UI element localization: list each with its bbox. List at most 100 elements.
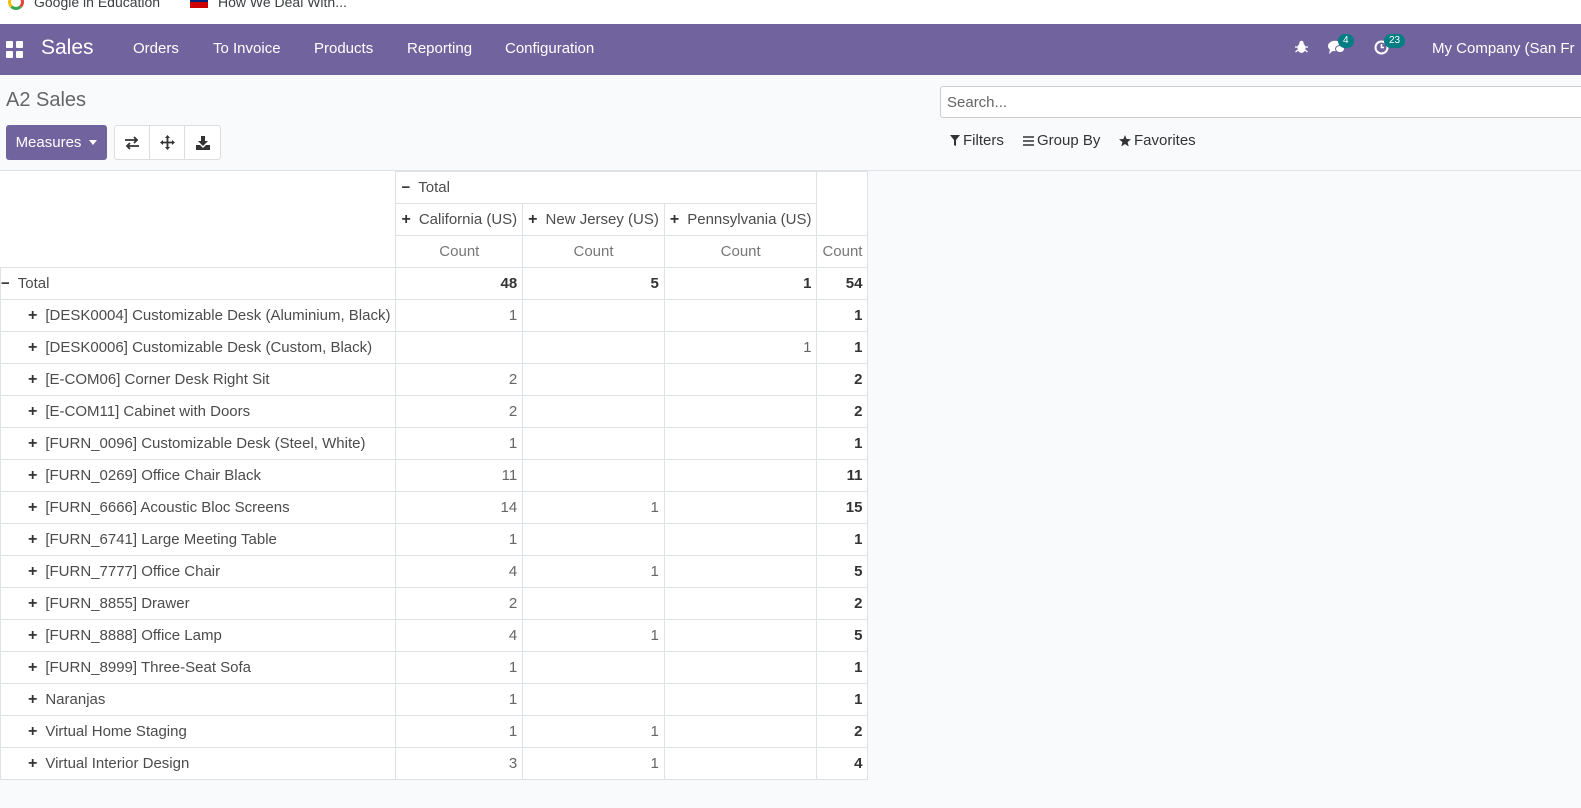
row-total-cell[interactable]: 5 bbox=[816, 555, 869, 588]
total-cell[interactable]: 48 bbox=[395, 267, 524, 300]
value-cell[interactable] bbox=[522, 427, 665, 460]
col-header-new-jersey[interactable]: + New Jersey (US) bbox=[522, 203, 665, 236]
apps-menu-icon[interactable] bbox=[6, 41, 23, 58]
favorites-menu[interactable]: Favorites bbox=[1119, 132, 1196, 149]
measure-header[interactable]: Count bbox=[395, 235, 524, 268]
col-header-total[interactable]: − Total bbox=[395, 171, 818, 204]
col-header-california[interactable]: + California (US) bbox=[395, 203, 524, 236]
row-header[interactable]: + [FURN_6741] Large Meeting Table bbox=[0, 523, 397, 556]
value-cell[interactable] bbox=[663, 459, 818, 492]
row-total-cell[interactable]: 1 bbox=[816, 683, 869, 716]
row-header[interactable]: + [DESK0004] Customizable Desk (Aluminium… bbox=[0, 299, 397, 332]
value-cell[interactable] bbox=[522, 651, 665, 684]
bookmark-how-we-deal[interactable]: How We Deal With... bbox=[190, 0, 347, 10]
row-header[interactable]: + [FURN_8855] Drawer bbox=[0, 587, 397, 620]
row-header[interactable]: + Naranjas bbox=[0, 683, 397, 716]
grand-total-cell[interactable]: 54 bbox=[816, 267, 869, 300]
value-cell[interactable]: 1 bbox=[522, 715, 665, 748]
row-header[interactable]: + [E-COM11] Cabinet with Doors bbox=[0, 395, 397, 428]
value-cell[interactable] bbox=[395, 331, 524, 364]
value-cell[interactable] bbox=[522, 331, 665, 364]
row-total-cell[interactable]: 1 bbox=[816, 299, 869, 332]
value-cell[interactable]: 4 bbox=[395, 555, 524, 588]
app-brand[interactable]: Sales bbox=[41, 36, 94, 60]
row-total-cell[interactable]: 1 bbox=[816, 651, 869, 684]
measure-header[interactable]: Count bbox=[522, 235, 665, 268]
row-total-cell[interactable]: 1 bbox=[816, 523, 869, 556]
value-cell[interactable] bbox=[522, 523, 665, 556]
value-cell[interactable]: 1 bbox=[395, 427, 524, 460]
value-cell[interactable]: 2 bbox=[395, 363, 524, 396]
value-cell[interactable]: 14 bbox=[395, 491, 524, 524]
value-cell[interactable] bbox=[663, 715, 818, 748]
value-cell[interactable] bbox=[663, 651, 818, 684]
value-cell[interactable]: 2 bbox=[395, 587, 524, 620]
flip-axis-button[interactable] bbox=[115, 126, 150, 159]
value-cell[interactable] bbox=[522, 683, 665, 716]
value-cell[interactable]: 1 bbox=[522, 619, 665, 652]
total-cell[interactable]: 1 bbox=[663, 267, 818, 300]
value-cell[interactable] bbox=[663, 363, 818, 396]
menu-reporting[interactable]: Reporting bbox=[407, 40, 472, 57]
value-cell[interactable]: 1 bbox=[395, 523, 524, 556]
value-cell[interactable]: 1 bbox=[395, 683, 524, 716]
row-total-cell[interactable]: 2 bbox=[816, 587, 869, 620]
value-cell[interactable] bbox=[663, 395, 818, 428]
menu-orders[interactable]: Orders bbox=[133, 40, 179, 57]
menu-to-invoice[interactable]: To Invoice bbox=[213, 40, 281, 57]
col-header-pennsylvania[interactable]: + Pennsylvania (US) bbox=[663, 203, 818, 236]
value-cell[interactable] bbox=[522, 587, 665, 620]
value-cell[interactable] bbox=[663, 555, 818, 588]
row-total-cell[interactable]: 2 bbox=[816, 363, 869, 396]
download-button[interactable] bbox=[185, 126, 220, 159]
row-header[interactable]: + [FURN_6666] Acoustic Bloc Screens bbox=[0, 491, 397, 524]
row-total-cell[interactable]: 2 bbox=[816, 715, 869, 748]
activities-clock-icon[interactable]: 23 bbox=[1374, 34, 1406, 59]
value-cell[interactable] bbox=[522, 363, 665, 396]
bookmark-google-education[interactable]: Google in Education bbox=[8, 0, 160, 10]
expand-all-button[interactable] bbox=[150, 126, 185, 159]
row-total-cell[interactable]: 15 bbox=[816, 491, 869, 524]
value-cell[interactable] bbox=[663, 683, 818, 716]
group-by-menu[interactable]: Group By bbox=[1023, 132, 1100, 149]
row-header[interactable]: + [FURN_0096] Customizable Desk (Steel, W… bbox=[0, 427, 397, 460]
value-cell[interactable] bbox=[522, 395, 665, 428]
search-input[interactable] bbox=[940, 86, 1581, 118]
value-cell[interactable] bbox=[522, 299, 665, 332]
value-cell[interactable]: 1 bbox=[395, 715, 524, 748]
menu-configuration[interactable]: Configuration bbox=[505, 40, 594, 57]
value-cell[interactable]: 1 bbox=[395, 299, 524, 332]
row-header[interactable]: + [FURN_7777] Office Chair bbox=[0, 555, 397, 588]
row-header[interactable]: + [E-COM06] Corner Desk Right Sit bbox=[0, 363, 397, 396]
row-total-cell[interactable]: 11 bbox=[816, 459, 869, 492]
debug-bug-icon[interactable] bbox=[1295, 40, 1308, 58]
value-cell[interactable]: 1 bbox=[395, 651, 524, 684]
value-cell[interactable]: 4 bbox=[395, 619, 524, 652]
row-header[interactable]: + [FURN_8999] Three-Seat Sofa bbox=[0, 651, 397, 684]
messages-chat-icon[interactable]: 4 bbox=[1328, 34, 1354, 59]
row-total-cell[interactable]: 2 bbox=[816, 395, 869, 428]
value-cell[interactable]: 2 bbox=[395, 395, 524, 428]
value-cell[interactable] bbox=[663, 619, 818, 652]
value-cell[interactable] bbox=[663, 299, 818, 332]
row-total-cell[interactable]: 5 bbox=[816, 619, 869, 652]
row-total-cell[interactable]: 4 bbox=[816, 747, 869, 780]
filters-menu[interactable]: Filters bbox=[950, 132, 1004, 149]
row-total-cell[interactable]: 1 bbox=[816, 331, 869, 364]
row-total-cell[interactable]: 1 bbox=[816, 427, 869, 460]
value-cell[interactable]: 3 bbox=[395, 747, 524, 780]
row-header[interactable]: + [FURN_8888] Office Lamp bbox=[0, 619, 397, 652]
menu-products[interactable]: Products bbox=[314, 40, 373, 57]
row-header-total[interactable]: − Total bbox=[0, 267, 397, 300]
value-cell[interactable] bbox=[663, 587, 818, 620]
row-header[interactable]: + [DESK0006] Customizable Desk (Custom, B… bbox=[0, 331, 397, 364]
value-cell[interactable] bbox=[522, 459, 665, 492]
value-cell[interactable] bbox=[663, 491, 818, 524]
measures-button[interactable]: Measures bbox=[6, 125, 107, 160]
value-cell[interactable] bbox=[663, 427, 818, 460]
row-header[interactable]: + [FURN_0269] Office Chair Black bbox=[0, 459, 397, 492]
row-header[interactable]: + Virtual Interior Design bbox=[0, 747, 397, 780]
value-cell[interactable]: 1 bbox=[663, 331, 818, 364]
row-header[interactable]: + Virtual Home Staging bbox=[0, 715, 397, 748]
company-switcher[interactable]: My Company (San Fr bbox=[1432, 40, 1575, 57]
